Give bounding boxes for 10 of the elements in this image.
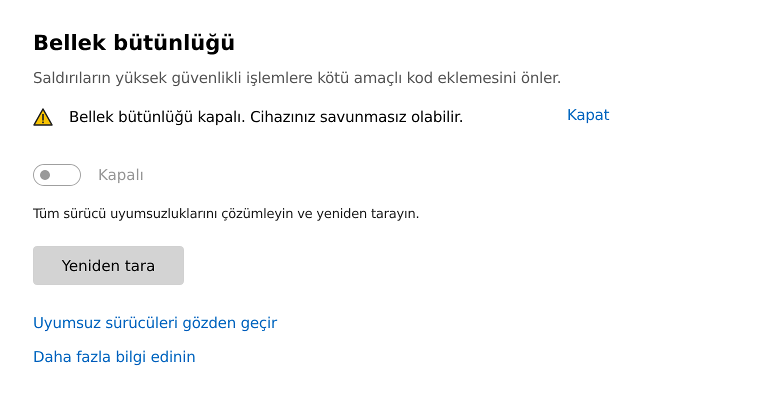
section-title: Bellek bütünlüğü: [33, 30, 236, 57]
dismiss-link[interactable]: Kapat: [567, 106, 610, 124]
warning-text: Bellek bütünlüğü kapalı. Cihazınız savunmasız olabilir.: [69, 108, 464, 126]
warning-icon: [33, 108, 53, 126]
rescan-button[interactable]: Yeniden tara: [33, 246, 184, 285]
help-link[interactable]: Uyumsuz sürücüleri gözden geçir: [33, 314, 277, 332]
instruction-text: Tüm sürücü uyumsuzluklarını çözümleyin ve yeniden tarayın.: [33, 207, 420, 222]
toggle-label: Kapalı: [98, 166, 144, 184]
help-link[interactable]: Daha fazla bilgi edinin: [33, 348, 196, 366]
description: Saldırıların yüksek güvenlikli işlemlere kötü amaçlı kod eklemesini önler.: [33, 68, 562, 88]
